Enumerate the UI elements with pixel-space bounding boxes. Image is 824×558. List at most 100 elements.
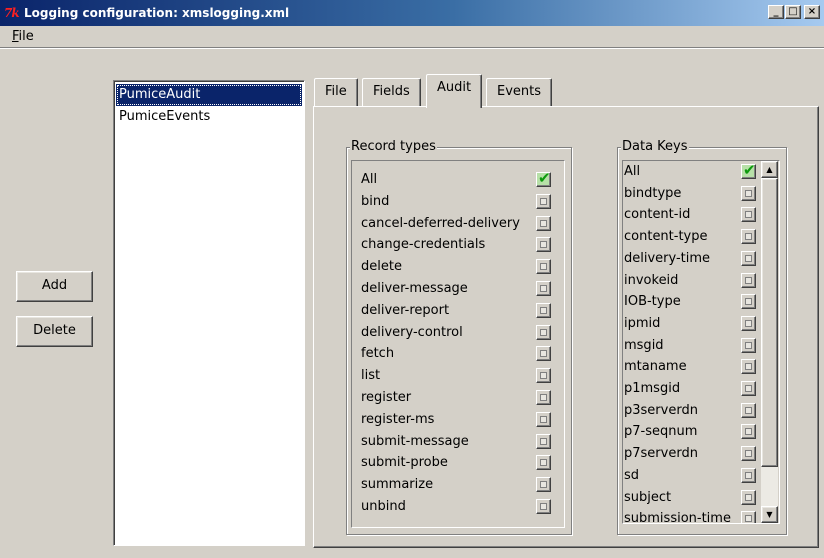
data-key-label-msgid: msgid bbox=[624, 337, 664, 353]
data-key-label-p7-seqnum: p7-seqnum bbox=[624, 424, 698, 440]
menu-file[interactable]: File bbox=[12, 29, 34, 44]
data-key-checkbox-bindtype[interactable] bbox=[741, 185, 756, 201]
data-key-label-delivery-time: delivery-time bbox=[624, 250, 711, 266]
record-type-label-register: register bbox=[361, 390, 412, 405]
data-key-checkbox-submission-time[interactable] bbox=[741, 511, 756, 523]
scroll-up-arrow-icon[interactable]: ▲ bbox=[761, 161, 778, 178]
logger-list[interactable]: PumiceAudit PumiceEvents bbox=[113, 80, 305, 546]
minimize-button[interactable]: _ bbox=[768, 5, 784, 19]
app-icon: 7k bbox=[4, 6, 20, 20]
record-type-checkbox-register[interactable] bbox=[536, 390, 551, 405]
record-type-label-change-credentials: change-credentials bbox=[361, 237, 486, 253]
record-type-checkbox-cancel-deferred-delivery[interactable] bbox=[536, 215, 551, 231]
data-key-checkbox-p1msgid[interactable] bbox=[741, 381, 756, 396]
record-type-label-register-ms: register-ms bbox=[361, 411, 435, 427]
record-type-label-list: list bbox=[361, 368, 381, 384]
scroll-down-arrow-icon[interactable]: ▼ bbox=[761, 506, 778, 523]
record-type-checkbox-register-ms[interactable] bbox=[536, 411, 551, 427]
window-controls: _ □ × bbox=[767, 5, 820, 19]
data-keys-legend: Data Keys bbox=[621, 139, 689, 155]
record-type-label-summarize: summarize bbox=[361, 477, 434, 493]
data-key-checkbox-msgid[interactable] bbox=[741, 337, 756, 353]
data-keys-group: Data Keys ▲ ▼ All ✔ bindtype content-id cont… bbox=[617, 139, 787, 535]
data-key-checkbox-subject[interactable] bbox=[741, 489, 756, 505]
title-bar[interactable]: 7k Logging configuration: xmslogging.xml… bbox=[0, 0, 824, 26]
checkmark-icon: ✔ bbox=[538, 169, 551, 187]
record-type-label-unbind: unbind bbox=[361, 499, 406, 514]
window-title: Logging configuration: xmslogging.xml bbox=[24, 6, 290, 20]
add-button[interactable]: Add bbox=[16, 271, 93, 302]
record-type-label-submit-probe: submit-probe bbox=[361, 455, 448, 471]
close-button[interactable]: × bbox=[804, 5, 820, 19]
data-key-label-mtaname: mtaname bbox=[624, 359, 687, 375]
record-type-checkbox-list[interactable] bbox=[536, 368, 551, 384]
record-type-checkbox-change-credentials[interactable] bbox=[536, 237, 551, 253]
close-icon: × bbox=[807, 6, 817, 17]
record-type-checkbox-summarize[interactable] bbox=[536, 477, 551, 493]
data-key-label-iob-type: IOB-type bbox=[624, 294, 681, 310]
data-key-checkbox-content-id[interactable] bbox=[741, 207, 756, 223]
data-keys-list[interactable]: ▲ ▼ All ✔ bindtype content-id content-type de… bbox=[622, 160, 780, 524]
data-keys-scrollbar[interactable]: ▲ ▼ bbox=[761, 161, 778, 523]
delete-button[interactable]: Delete bbox=[16, 316, 93, 347]
data-key-checkbox-p7-seqnum[interactable] bbox=[741, 424, 756, 440]
record-type-label-delete: delete bbox=[361, 259, 402, 275]
record-type-checkbox-bind[interactable] bbox=[536, 193, 551, 209]
audit-tab-panel: Record types All ✔ bind cancel-deferred-del… bbox=[313, 106, 819, 548]
record-types-list: All ✔ bind cancel-deferred-delivery change-c… bbox=[351, 160, 565, 528]
data-key-checkbox-iob-type[interactable] bbox=[741, 294, 756, 310]
record-type-checkbox-deliver-message[interactable] bbox=[536, 281, 551, 296]
record-type-checkbox-submit-message[interactable] bbox=[536, 433, 551, 449]
record-type-checkbox-submit-probe[interactable] bbox=[536, 455, 551, 471]
data-key-label-sd: sd bbox=[624, 467, 640, 483]
tab-file[interactable]: File bbox=[314, 78, 358, 107]
data-key-checkbox-invokeid[interactable] bbox=[741, 272, 756, 288]
data-key-checkbox-all[interactable]: ✔ bbox=[741, 161, 756, 179]
record-type-checkbox-unbind[interactable] bbox=[536, 499, 551, 514]
data-key-label-content-id: content-id bbox=[624, 207, 691, 223]
maximize-button[interactable]: □ bbox=[785, 5, 801, 19]
list-item-pumice-audit[interactable]: PumiceAudit bbox=[116, 84, 302, 106]
checkmark-icon: ✔ bbox=[743, 161, 756, 179]
data-key-checkbox-delivery-time[interactable] bbox=[741, 250, 756, 266]
record-type-checkbox-fetch[interactable] bbox=[536, 346, 551, 362]
record-type-checkbox-deliver-report[interactable] bbox=[536, 302, 551, 318]
record-type-label-all: All bbox=[361, 172, 378, 187]
maximize-icon: □ bbox=[788, 6, 798, 17]
data-key-label-all: All bbox=[624, 164, 641, 179]
data-key-label-content-type: content-type bbox=[624, 229, 708, 245]
record-type-label-submit-message: submit-message bbox=[361, 433, 469, 449]
data-key-label-submission-time: submission-time bbox=[624, 511, 731, 524]
tab-events[interactable]: Events bbox=[486, 78, 553, 107]
data-key-checkbox-p7serverdn[interactable] bbox=[741, 446, 756, 462]
data-key-label-bindtype: bindtype bbox=[624, 185, 682, 201]
scroll-thumb[interactable] bbox=[761, 178, 778, 467]
minimize-icon: _ bbox=[773, 6, 779, 17]
data-key-checkbox-mtaname[interactable] bbox=[741, 359, 756, 375]
data-key-label-p3serverdn: p3serverdn bbox=[624, 402, 698, 418]
record-type-label-deliver-report: deliver-report bbox=[361, 302, 450, 318]
record-type-checkbox-delivery-control[interactable] bbox=[536, 324, 551, 340]
record-type-label-cancel-deferred-delivery: cancel-deferred-delivery bbox=[361, 215, 520, 231]
menu-bar: File bbox=[0, 26, 824, 48]
record-type-label-delivery-control: delivery-control bbox=[361, 324, 463, 340]
record-type-checkbox-delete[interactable] bbox=[536, 259, 551, 275]
record-type-label-deliver-message: deliver-message bbox=[361, 281, 468, 296]
record-types-group: Record types All ✔ bind cancel-deferred-del… bbox=[346, 139, 572, 535]
tab-fields[interactable]: Fields bbox=[362, 78, 421, 107]
data-key-label-p1msgid: p1msgid bbox=[624, 381, 681, 396]
data-key-checkbox-ipmid[interactable] bbox=[741, 315, 756, 331]
data-key-checkbox-p3serverdn[interactable] bbox=[741, 402, 756, 418]
data-key-label-ipmid: ipmid bbox=[624, 315, 661, 331]
data-key-label-invokeid: invokeid bbox=[624, 272, 679, 288]
data-key-label-subject: subject bbox=[624, 489, 672, 505]
record-type-label-fetch: fetch bbox=[361, 346, 395, 362]
menu-file-label: ile bbox=[18, 29, 34, 44]
record-types-legend: Record types bbox=[350, 139, 437, 155]
data-key-checkbox-content-type[interactable] bbox=[741, 229, 756, 245]
list-item-pumice-events[interactable]: PumiceEvents bbox=[116, 106, 302, 128]
data-key-checkbox-sd[interactable] bbox=[741, 467, 756, 483]
data-key-label-p7serverdn: p7serverdn bbox=[624, 446, 698, 462]
tab-audit[interactable]: Audit bbox=[426, 74, 483, 108]
record-type-checkbox-all[interactable]: ✔ bbox=[536, 169, 551, 187]
